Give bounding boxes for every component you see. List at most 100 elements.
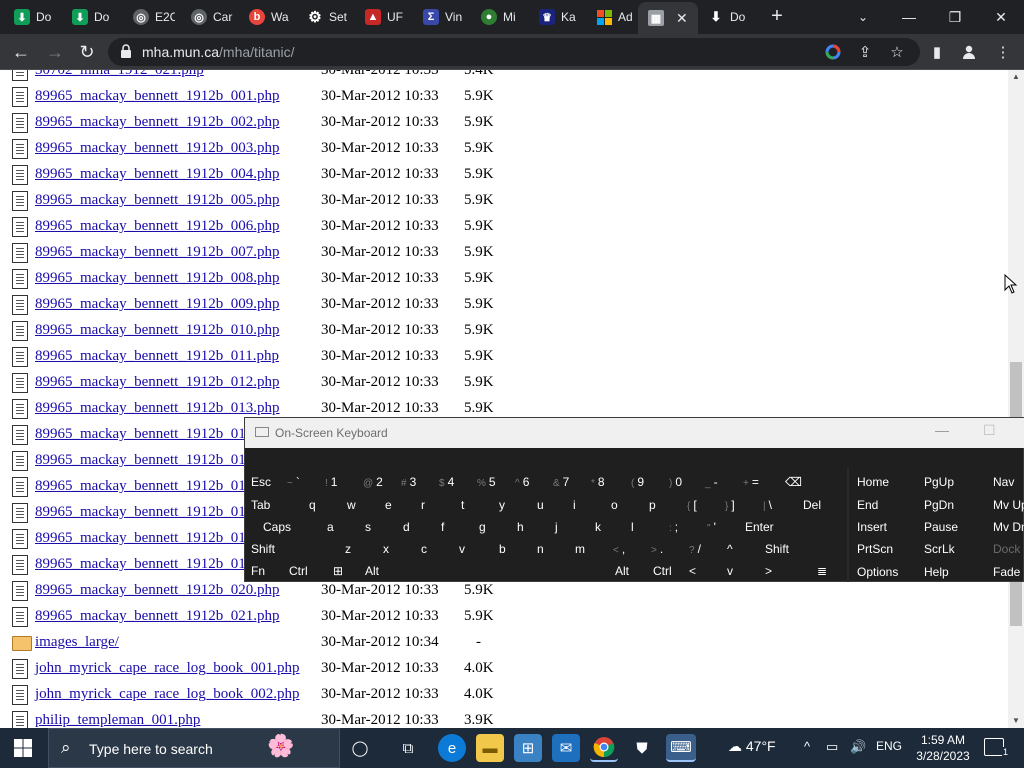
key-8[interactable]: * 8 <box>591 472 605 492</box>
key-tab[interactable]: Tab <box>251 495 270 515</box>
restore-button[interactable]: ❐ <box>932 0 978 34</box>
key-g[interactable]: g <box>479 517 486 537</box>
profile-avatar-icon[interactable] <box>958 42 980 62</box>
key-q[interactable]: q <box>309 495 316 515</box>
windows-key[interactable]: ⊞ <box>333 561 343 581</box>
key-2[interactable]: @2 <box>363 472 383 492</box>
symbol-key[interactable]: " ' <box>707 517 716 537</box>
file-link[interactable]: john_myrick_cape_race_log_book_002.php <box>35 686 300 703</box>
key-o[interactable]: o <box>611 495 618 515</box>
on-screen-keyboard-app-icon[interactable]: ⌨ <box>666 734 696 762</box>
key-e[interactable]: e <box>385 495 392 515</box>
scroll-up-arrow-icon[interactable]: ▲ <box>1008 70 1024 84</box>
key-k[interactable]: k <box>595 517 601 537</box>
task-view-icon[interactable]: ⧉ <box>394 734 422 762</box>
file-link[interactable]: 89965_mackay_bennett_1912b_009.php <box>35 296 280 313</box>
file-link[interactable]: 89965_mackay_bennett_1912b_011.php <box>35 348 279 365</box>
osk-title-bar[interactable]: On-Screen Keyboard — ☐ <box>245 418 1024 448</box>
security-shield-icon[interactable]: ⛊ <box>628 734 656 762</box>
tab-10[interactable]: ♛ Ka <box>529 0 587 34</box>
start-button[interactable] <box>0 728 46 768</box>
symbol-key[interactable]: :; <box>669 517 678 537</box>
chrome-icon[interactable] <box>590 734 618 762</box>
key-3[interactable]: #3 <box>401 472 416 492</box>
key-6[interactable]: ^ 6 <box>515 472 529 492</box>
key-options[interactable]: Options <box>857 562 898 582</box>
mail-icon[interactable]: ✉ <box>552 734 580 762</box>
key-j[interactable]: j <box>555 517 558 537</box>
key-alt[interactable]: Alt <box>615 561 629 581</box>
key-shift[interactable]: Shift <box>251 539 275 559</box>
close-tab-icon[interactable]: ✕ <box>676 10 688 27</box>
key-mvdn[interactable]: Mv Dn <box>993 517 1024 537</box>
symbol-key[interactable]: {[ <box>687 495 697 515</box>
key-del[interactable]: Del <box>803 495 821 515</box>
key-r[interactable]: r <box>421 495 425 515</box>
tab-8[interactable]: Σ Vin <box>413 0 471 34</box>
key-v[interactable]: v <box>459 539 465 559</box>
file-link[interactable]: 89965_mackay_bennett_1912b_002.php <box>35 114 280 131</box>
key-shift[interactable]: Shift <box>765 539 825 559</box>
google-lens-icon[interactable] <box>822 42 844 62</box>
vertical-scrollbar[interactable]: ▲ ▼ <box>1008 70 1024 728</box>
file-explorer-icon[interactable]: ▬ <box>476 734 504 762</box>
symbol-key[interactable]: }] <box>725 495 735 515</box>
symbol-key[interactable]: >. <box>651 539 663 559</box>
backspace-key[interactable]: ⌫ <box>785 472 802 492</box>
spacebar-key[interactable] <box>401 561 601 581</box>
file-link[interactable]: 89965_mackay_bennett_1912b_004.php <box>35 166 280 183</box>
tab-search-icon[interactable]: ⌄ <box>840 0 886 34</box>
key-dock[interactable]: Dock <box>993 539 1020 559</box>
key-l[interactable]: l <box>631 517 634 537</box>
close-window-button[interactable]: ✕ <box>978 0 1024 34</box>
key-fn[interactable]: Fn <box>251 561 265 581</box>
file-link[interactable]: 89965_mackay_bennett_1912b_013.php <box>35 400 280 417</box>
tab-2[interactable]: ⬇ Do <box>62 0 120 34</box>
key-ctrl[interactable]: Ctrl <box>289 561 308 581</box>
file-link[interactable]: 89965_mackay_bennett_1912b_006.php <box>35 218 280 235</box>
volume-icon[interactable]: 🔊 <box>850 739 866 755</box>
tab-7[interactable]: ▲ UF <box>355 0 413 34</box>
key-alt[interactable]: Alt <box>365 561 379 581</box>
reload-button[interactable]: ↻ <box>74 40 100 64</box>
notification-center-icon[interactable]: 1 <box>984 738 1009 757</box>
key-pgup[interactable]: PgUp <box>924 472 954 492</box>
key-f[interactable]: f <box>441 517 444 537</box>
up-arrow-key[interactable]: ^ <box>727 539 733 559</box>
file-link[interactable]: 30702_mma_1912_021.php <box>35 70 204 79</box>
tab-active[interactable]: ▦ ✕ <box>638 2 698 34</box>
key-4[interactable]: $4 <box>439 472 454 492</box>
key-t[interactable]: t <box>461 495 464 515</box>
key-s[interactable]: s <box>365 517 371 537</box>
file-link[interactable]: 89965_mackay_bennett_1912b_001.php <box>35 88 280 105</box>
down-arrow-key[interactable]: v <box>727 561 733 581</box>
osk-maximize-button[interactable]: ☐ <box>983 422 996 439</box>
right-arrow-key[interactable]: > <box>765 561 772 581</box>
left-arrow-key[interactable]: < <box>689 561 696 581</box>
key-x[interactable]: x <box>383 539 389 559</box>
key-enter[interactable]: Enter <box>745 517 774 537</box>
key-b[interactable]: b <box>499 539 506 559</box>
tab-3[interactable]: ◎ E2C <box>123 0 181 34</box>
symbol-key[interactable]: <, <box>613 539 625 559</box>
key-u[interactable]: u <box>537 495 544 515</box>
key-1[interactable]: ! 1 <box>325 472 337 492</box>
key-home[interactable]: Home <box>857 472 889 492</box>
key-p[interactable]: p <box>649 495 656 515</box>
symbol-key[interactable]: _ - <box>705 472 718 492</box>
tab-1[interactable]: ⬇ Do <box>4 0 62 34</box>
key-y[interactable]: y <box>499 495 505 515</box>
language-indicator[interactable]: ENG <box>876 739 902 753</box>
symbol-key[interactable]: + = <box>743 472 759 492</box>
key-z[interactable]: z <box>345 539 351 559</box>
key-scrlk[interactable]: ScrLk <box>924 539 955 559</box>
key-9[interactable]: (9 <box>631 472 644 492</box>
cortana-icon[interactable]: ◯ <box>346 734 374 762</box>
file-link[interactable]: 89965_mackay_bennett_1912b_018.php <box>35 530 280 547</box>
key-i[interactable]: i <box>573 495 576 515</box>
key-5[interactable]: % 5 <box>477 472 496 492</box>
key-help[interactable]: Help <box>924 562 949 582</box>
side-panel-icon[interactable]: ▮ <box>926 42 948 62</box>
key-m[interactable]: m <box>575 539 585 559</box>
back-button[interactable]: ← <box>8 40 34 64</box>
